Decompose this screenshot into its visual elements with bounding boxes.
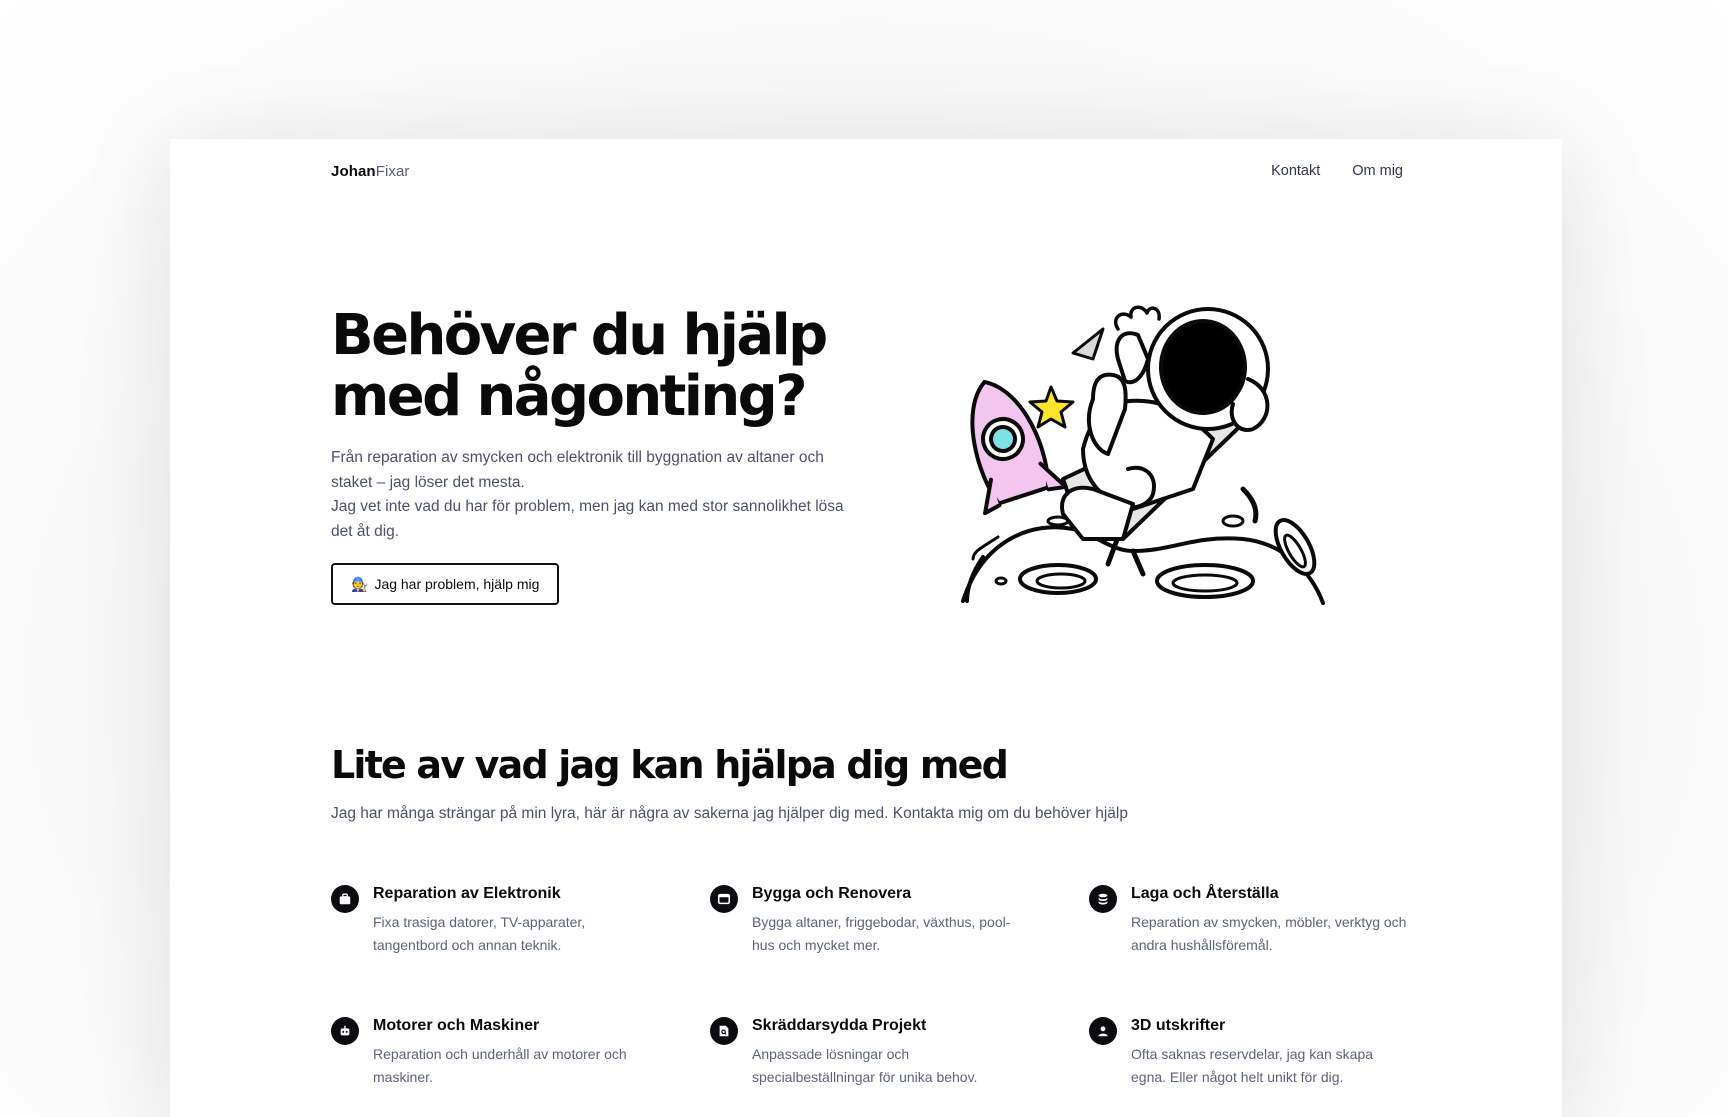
nav-link-om-mig[interactable]: Om mig [1352, 163, 1403, 179]
hero-text-line-1: Från reparation av smycken och elektroni… [331, 449, 824, 491]
main-nav: Kontakt Om mig [1271, 163, 1403, 179]
user-icon [1089, 1017, 1117, 1045]
document-search-icon [710, 1017, 738, 1045]
service-item: Motorer och Maskiner Reparation och unde… [331, 1015, 710, 1099]
service-title: 3D utskrifter [1131, 1017, 1226, 1034]
service-title: Laga och Återställa [1131, 885, 1279, 902]
nav-link-kontakt[interactable]: Kontakt [1271, 163, 1320, 179]
service-description: Reparation av smycken, möbler, verktyg o… [1131, 914, 1407, 953]
briefcase-icon [331, 885, 359, 913]
service-description: Bygga altaner, friggebodar, växthus, poo… [752, 914, 1011, 953]
logo-text-light: Fixar [375, 163, 410, 180]
help-button-label: Jag har problem, hjälp mig [374, 576, 540, 592]
logo[interactable]: JohanFixar [331, 163, 410, 180]
mechanic-emoji-icon: 🧑‍🔧 [351, 575, 369, 592]
service-description: Anpassade lösningar och specialbeställni… [752, 1046, 978, 1085]
service-title: Skräddarsydda Projekt [752, 1017, 927, 1034]
hero-title: Behöver du hjälp med någonting? [331, 303, 828, 429]
service-title: Motorer och Maskiner [373, 1017, 540, 1034]
website-preview: JohanFixar Kontakt Om mig Behöver du hjä… [170, 139, 1562, 1117]
service-description: Fixa trasiga datorer, TV-apparater, tang… [373, 914, 586, 953]
service-description: Ofta saknas reservdelar, jag kan skapa e… [1131, 1046, 1374, 1085]
service-item: Bygga och Renovera Bygga altaner, frigge… [710, 883, 1089, 967]
logo-text-bold: Johan [331, 163, 376, 180]
window-icon [710, 885, 738, 913]
content-container: JohanFixar Kontakt Om mig Behöver du hjä… [331, 139, 1406, 1117]
hero-description: Från reparation av smycken och elektroni… [331, 446, 851, 544]
astronaut-illustration [961, 305, 1325, 605]
help-button[interactable]: 🧑‍🔧 Jag har problem, hjälp mig [331, 563, 560, 605]
service-item: Laga och Återställa Reparation av smycke… [1089, 883, 1406, 967]
service-title: Reparation av Elektronik [373, 885, 561, 902]
services-subtitle: Jag har många strängar på min lyra, här … [331, 805, 1128, 822]
service-title: Bygga och Renovera [752, 885, 912, 902]
database-icon [1089, 885, 1117, 913]
service-item: Skräddarsydda Projekt Anpassade lösninga… [710, 1015, 1089, 1099]
robot-icon [331, 1017, 359, 1045]
service-description: Reparation och underhåll av motorer och … [373, 1046, 627, 1085]
services-grid: Reparation av Elektronik Fixa trasiga da… [331, 883, 1406, 1099]
service-item: Reparation av Elektronik Fixa trasiga da… [331, 883, 710, 967]
hero-text-line-2: Jag vet inte vad du har för problem, men… [331, 498, 844, 540]
services-title: Lite av vad jag kan hjälpa dig med [331, 743, 1009, 787]
service-item: 3D utskrifter Ofta saknas reservdelar, j… [1089, 1015, 1403, 1099]
